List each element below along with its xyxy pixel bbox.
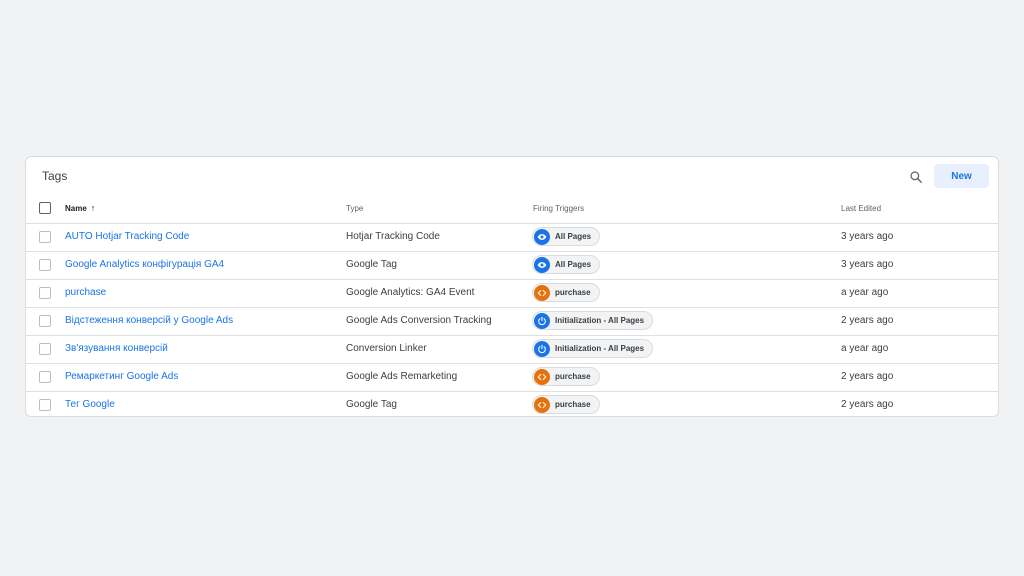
row-checkbox[interactable] [39,371,51,383]
trigger-label: purchase [555,372,591,381]
trigger-chip[interactable]: Initialization - All Pages [532,311,654,330]
search-icon [910,171,922,183]
trigger-chip[interactable]: purchase [532,283,600,302]
column-header-edited[interactable]: Last Edited [841,204,881,213]
sort-ascending-icon: ↑ [90,203,96,213]
tag-type: Google Analytics: GA4 Event [346,287,475,298]
column-header-type[interactable]: Type [346,204,363,213]
new-tag-button[interactable]: New [934,164,989,188]
tag-type: Google Ads Remarketing [346,371,458,382]
tag-name-link[interactable]: Ремаркетинг Google Ads [65,371,178,382]
power-icon [534,312,550,329]
trigger-label: purchase [555,288,591,297]
last-edited: 3 years ago [841,231,894,242]
table-row[interactable]: Google Analytics конфігурація GA4 Google… [26,252,998,280]
power-icon [534,340,550,357]
table-row[interactable]: Тег Google Google Tag purchase 2 years a… [26,392,998,419]
eye-icon [534,228,550,245]
trigger-chip[interactable]: Initialization - All Pages [532,339,654,358]
tag-type: Hotjar Tracking Code [346,231,440,242]
table-row[interactable]: Відстеження конверсій у Google Ads Googl… [26,308,998,336]
last-edited: 3 years ago [841,259,894,270]
tag-name-link[interactable]: Відстеження конверсій у Google Ads [65,315,233,326]
column-header-name-label: Name [65,204,87,213]
code-icon [534,396,550,413]
row-checkbox[interactable] [39,231,51,243]
table-row[interactable]: purchase Google Analytics: GA4 Event pur… [26,280,998,308]
tag-type: Conversion Linker [346,343,427,354]
code-icon [534,284,550,301]
row-checkbox[interactable] [39,343,51,355]
select-all-checkbox[interactable] [39,202,51,214]
trigger-chip[interactable]: purchase [532,367,600,386]
trigger-label: All Pages [555,232,592,241]
row-checkbox[interactable] [39,259,51,271]
row-checkbox[interactable] [39,287,51,299]
tag-name-link[interactable]: Зв'язування конверсій [65,343,168,354]
search-button[interactable] [904,165,928,189]
tag-type: Google Tag [346,259,397,270]
last-edited: 2 years ago [841,315,894,326]
last-edited: 2 years ago [841,371,894,382]
tag-type: Google Tag [346,399,397,410]
trigger-chip[interactable]: All Pages [532,255,601,274]
table-header: Name ↑ Type Firing Triggers Last Edited [26,195,998,224]
tags-card: Tags New Name ↑ Type Firing Triggers Last… [25,156,999,417]
trigger-label: Initialization - All Pages [555,344,645,353]
trigger-label: Initialization - All Pages [555,316,645,325]
row-checkbox[interactable] [39,399,51,411]
card-title: Tags [42,169,68,183]
column-header-triggers[interactable]: Firing Triggers [533,204,584,213]
tag-name-link[interactable]: Google Analytics конфігурація GA4 [65,259,224,270]
tag-name-link[interactable]: purchase [65,287,106,298]
tags-table: Name ↑ Type Firing Triggers Last Edited A… [26,195,998,419]
trigger-label: purchase [555,400,591,409]
trigger-chip[interactable]: All Pages [532,227,601,246]
last-edited: a year ago [841,343,889,354]
table-row[interactable]: Ремаркетинг Google Ads Google Ads Remark… [26,364,998,392]
eye-icon [534,256,550,273]
trigger-label: All Pages [555,260,592,269]
table-row[interactable]: AUTO Hotjar Tracking Code Hotjar Trackin… [26,224,998,252]
table-row[interactable]: Зв'язування конверсій Conversion Linker … [26,336,998,364]
last-edited: a year ago [841,287,889,298]
trigger-chip[interactable]: purchase [532,395,600,414]
row-checkbox[interactable] [39,315,51,327]
code-icon [534,368,550,385]
tag-name-link[interactable]: Тег Google [65,399,115,410]
last-edited: 2 years ago [841,399,894,410]
tag-type: Google Ads Conversion Tracking [346,315,492,326]
tag-name-link[interactable]: AUTO Hotjar Tracking Code [65,231,189,242]
column-header-name[interactable]: Name ↑ [65,203,96,214]
